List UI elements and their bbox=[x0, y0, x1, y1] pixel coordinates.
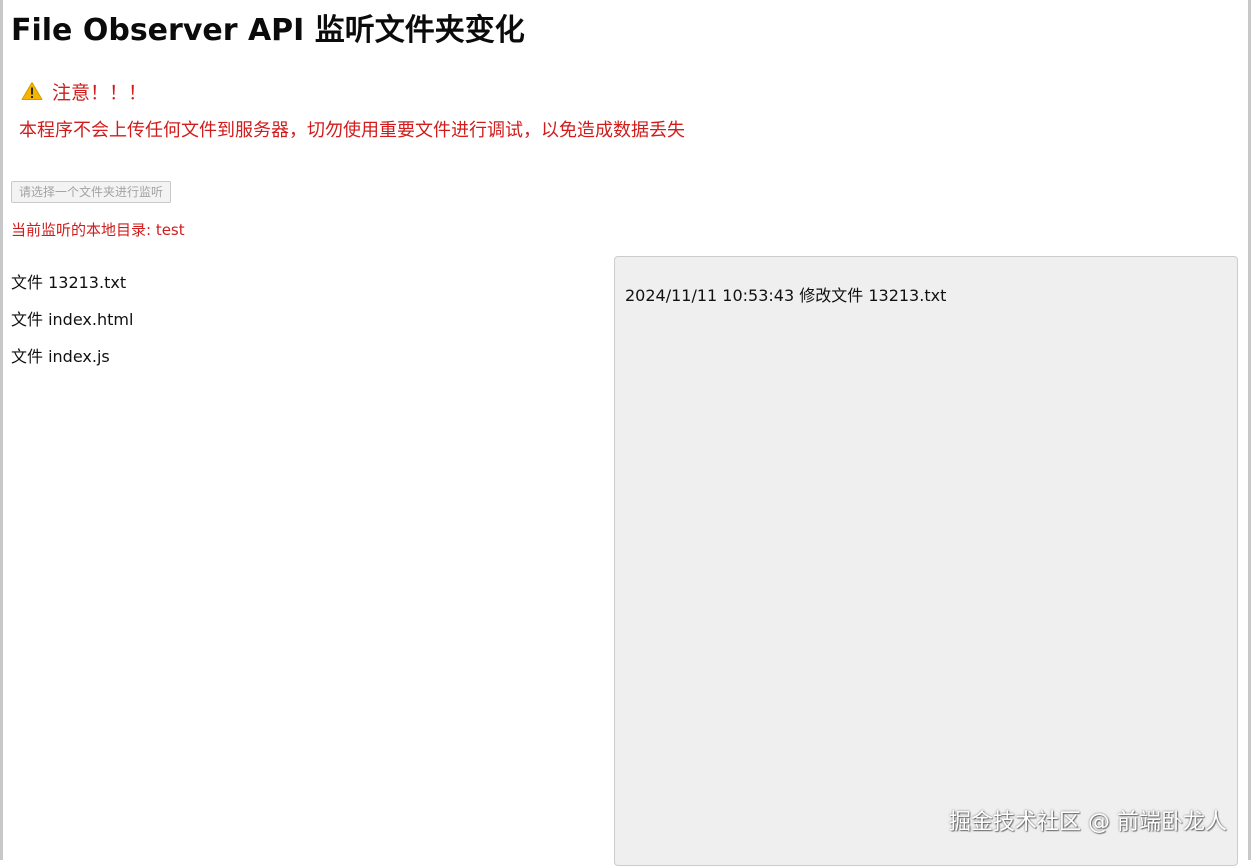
window-left-border bbox=[0, 0, 3, 860]
notice-heading-text: 注意！！！ bbox=[52, 81, 148, 104]
page-title: File Observer API 监听文件夹变化 bbox=[11, 13, 525, 48]
file-list-item: 文件 13213.txt bbox=[11, 273, 127, 292]
pick-folder-button[interactable]: 请选择一个文件夹进行监听 bbox=[11, 181, 172, 203]
change-log-entry: 2024/11/11 10:53:43 修改文件 13213.txt bbox=[625, 286, 947, 305]
change-log-list: 2024/11/11 10:53:43 修改文件 13213.txt bbox=[615, 257, 1237, 308]
change-log-panel[interactable]: 2024/11/11 10:53:43 修改文件 13213.txt bbox=[614, 256, 1238, 866]
file-list-item: 文件 index.html bbox=[11, 310, 134, 329]
warning-icon bbox=[21, 81, 43, 101]
watermark: 掘金技术社区 @ 前端卧龙人 bbox=[949, 810, 1227, 835]
current-directory-label: 当前监听的本地目录: test bbox=[11, 221, 185, 239]
file-list: 文件 13213.txt 文件 index.html 文件 index.js bbox=[11, 271, 133, 382]
notice-body: 本程序不会上传任何文件到服务器，切勿使用重要文件进行调试，以免造成数据丢失 bbox=[19, 120, 685, 141]
notice-heading: 注意！！！ bbox=[21, 76, 147, 106]
file-list-item: 文件 index.js bbox=[11, 347, 110, 366]
